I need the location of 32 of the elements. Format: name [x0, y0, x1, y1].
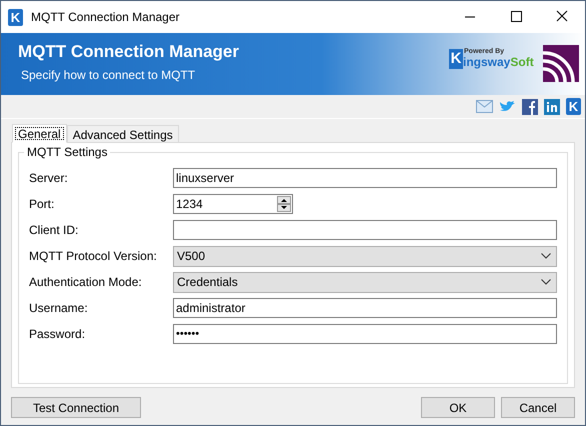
field-label: Server: [29, 170, 69, 187]
tab[interactable]: General [12, 124, 67, 143]
input-field[interactable]: linuxserver [173, 168, 557, 188]
field-label: Authentication Mode: [29, 274, 143, 291]
input-field[interactable]: administrator [173, 298, 557, 318]
tab[interactable]: Advanced Settings [66, 125, 179, 142]
banner-subtitle: Specify how to connect to MQTT [21, 67, 196, 84]
number-spinner[interactable]: 1234 [173, 194, 293, 214]
field-label: MQTT Protocol Version: [29, 248, 158, 265]
field-label: Username: [29, 300, 89, 317]
chevron-down-icon [541, 253, 551, 259]
app-icon: K [8, 8, 23, 26]
dialog-button[interactable]: OK [421, 397, 495, 418]
dialog-button[interactable]: Test Connection [11, 397, 141, 418]
wireless-signal-icon [543, 45, 579, 82]
field-label: Client ID: [29, 222, 80, 239]
linkedin-icon[interactable] [544, 98, 560, 114]
facebook-icon[interactable] [522, 98, 538, 114]
dropdown[interactable]: V500 [173, 246, 557, 266]
spin-arrows-icon[interactable] [277, 196, 291, 212]
input-field[interactable] [173, 220, 557, 240]
dropdown[interactable]: Credentials [173, 272, 557, 292]
group-title: MQTT Settings [24, 144, 110, 160]
password-field[interactable]: •••••• [173, 324, 557, 344]
chevron-down-icon [541, 279, 551, 285]
field-label: Port: [29, 196, 56, 213]
window-title: MQTT Connection Manager [31, 9, 180, 26]
banner-title: MQTT Connection Manager [18, 41, 239, 63]
kingswaysoft-icon[interactable]: K [566, 98, 581, 115]
bird-icon[interactable] [499, 100, 516, 114]
dialog-button[interactable]: Cancel [501, 397, 575, 418]
field-label: Password: [29, 326, 86, 343]
